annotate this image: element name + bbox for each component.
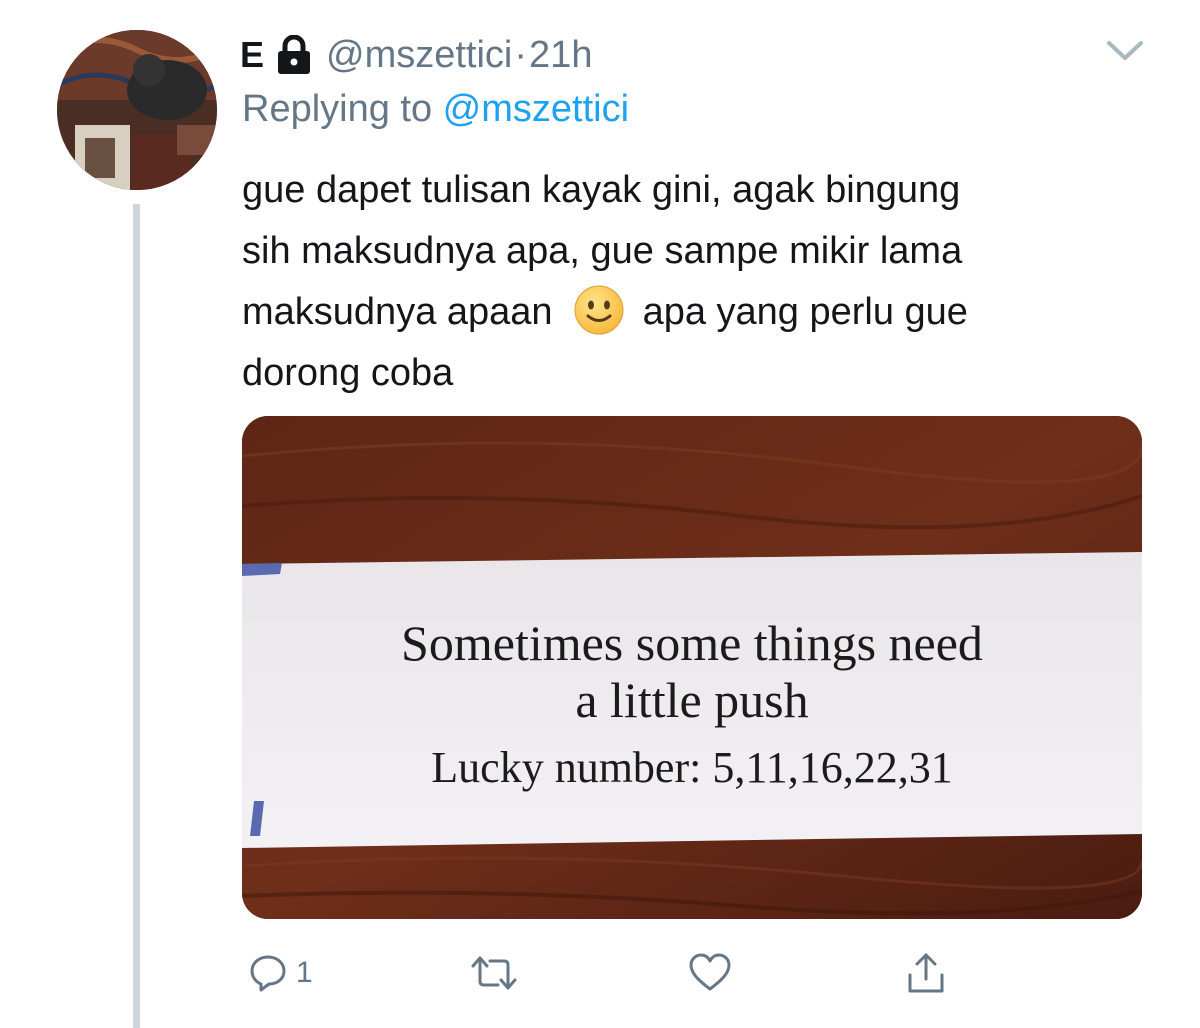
tweet-actions: 1 [242, 948, 1142, 998]
fortune-text-line: Sometimes some things need [401, 615, 983, 671]
tweet-text-line: maksudnya apaan apa yang perlu gue [242, 282, 1162, 343]
fortune-text-line: a little push [575, 672, 809, 728]
tweet-text: gue dapet tulisan kayak gini, agak bingu… [242, 160, 1162, 404]
tweet-media-image[interactable]: Sometimes some things need a little push… [242, 416, 1142, 919]
lock-icon [276, 34, 312, 75]
heart-icon [689, 953, 731, 991]
separator-dot: · [514, 33, 528, 76]
thread-line [133, 204, 140, 1028]
tweet-time[interactable]: 21h [529, 34, 592, 77]
share-button[interactable] [906, 948, 946, 998]
author-name[interactable]: E [240, 34, 264, 76]
share-icon [908, 953, 944, 993]
replying-mention[interactable]: @mszettici [443, 88, 629, 130]
avatar-image [57, 30, 217, 190]
retweet-button[interactable] [470, 948, 518, 998]
tweet-header: E @mszettici · 21h [240, 30, 592, 80]
reply-count: 1 [296, 956, 313, 989]
chevron-down-icon[interactable] [1105, 38, 1145, 64]
tweet-text-segment: maksudnya apaan [242, 291, 553, 333]
tweet-text-line: dorong coba [242, 352, 454, 394]
tweet-text-line: sih maksudnya apa, gue sampe mikir lama [242, 230, 963, 272]
tweet-text-segment: apa yang perlu gue [642, 291, 968, 333]
author-handle[interactable]: @mszettici [326, 34, 512, 77]
replying-to: Replying to @mszettici [242, 88, 629, 131]
reply-icon [250, 955, 286, 992]
avatar[interactable] [57, 30, 217, 190]
slightly-smiling-face-icon [573, 284, 625, 336]
retweet-icon [471, 956, 517, 990]
replying-prefix: Replying to [242, 88, 443, 130]
tweet-text-line: gue dapet tulisan kayak gini, agak bingu… [242, 169, 961, 211]
like-button[interactable] [688, 948, 732, 998]
reply-button[interactable]: 1 [248, 948, 313, 998]
fortune-lucky-numbers: Lucky number: 5,11,16,22,31 [431, 743, 953, 792]
